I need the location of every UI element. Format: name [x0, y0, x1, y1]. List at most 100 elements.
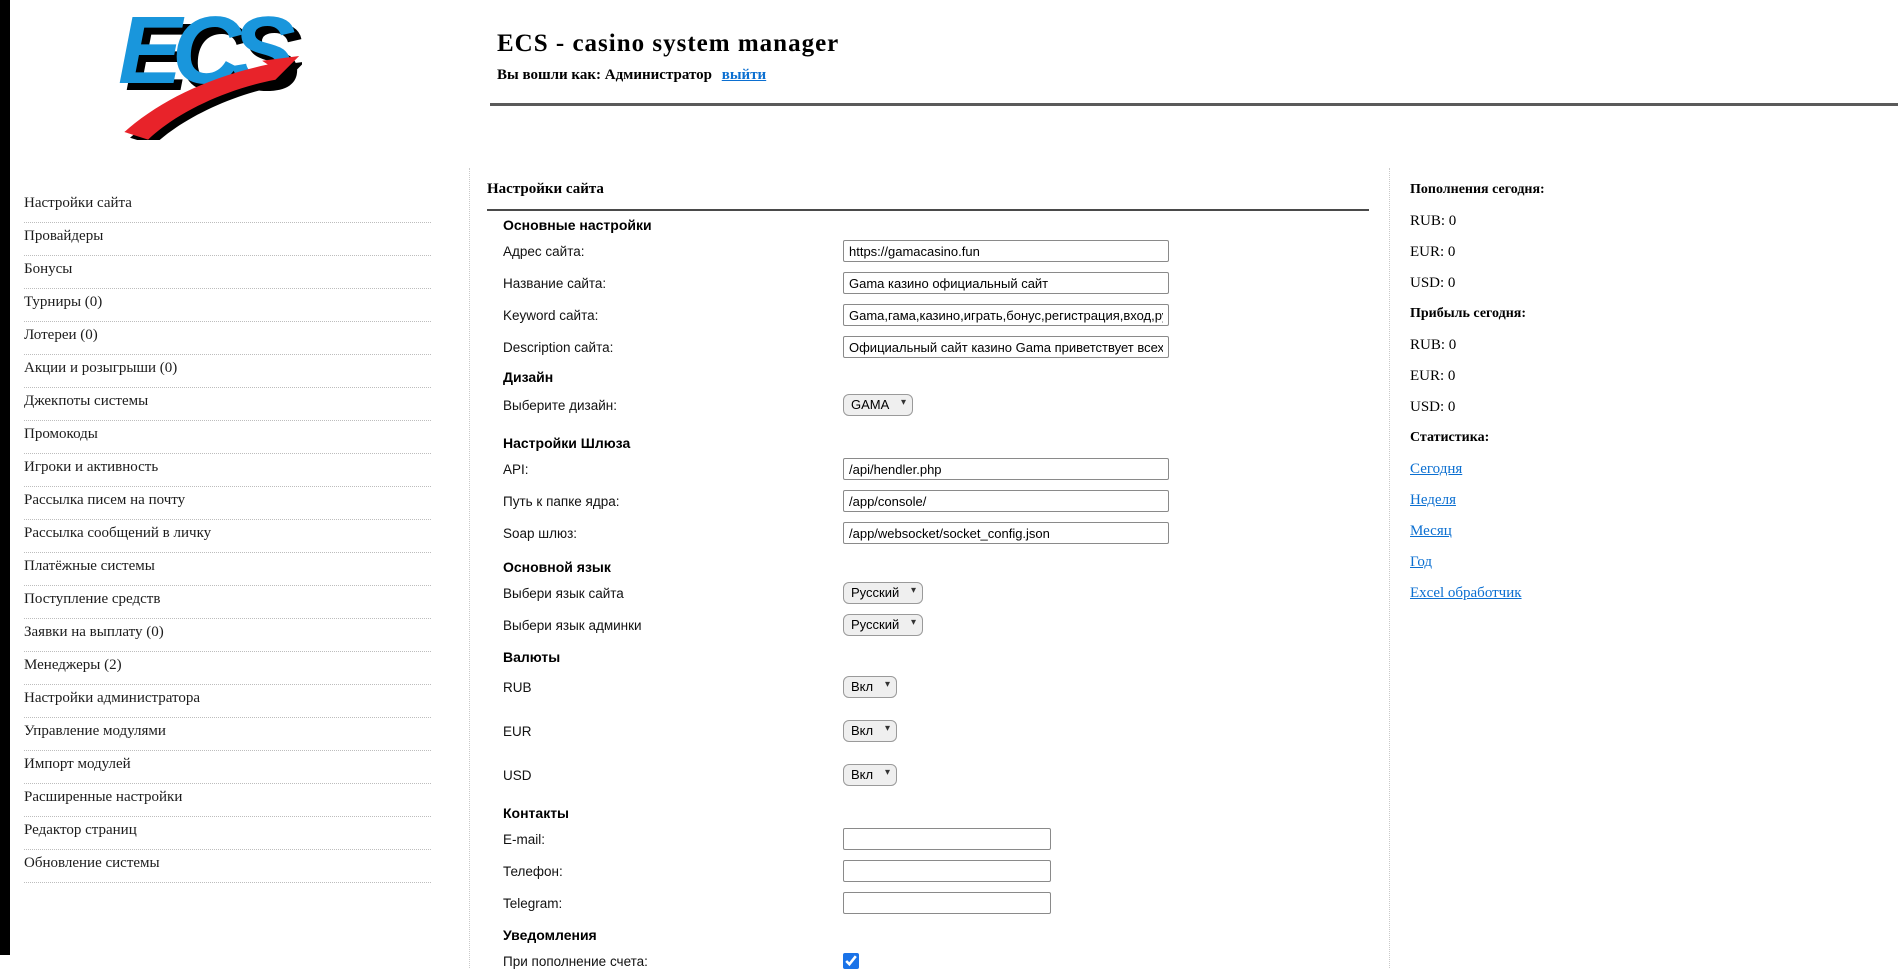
- site-description-label: Description сайта:: [503, 340, 843, 355]
- field-row-site-name: Название сайта:: [487, 267, 1369, 299]
- sidebar-item-email-mailing[interactable]: Рассылка писем на почту: [24, 487, 431, 520]
- stats-link-excel[interactable]: Excel обработчик: [1410, 585, 1522, 601]
- sidebar-item-bonuses[interactable]: Бонусы: [24, 256, 431, 289]
- section-contacts: Контакты: [487, 805, 1369, 823]
- sidebar-item-module-import[interactable]: Импорт модулей: [24, 751, 431, 784]
- email-label: E-mail:: [503, 832, 843, 847]
- stats-link-month[interactable]: Месяц: [1410, 523, 1452, 539]
- rub-select[interactable]: Вкл: [843, 676, 897, 698]
- deposits-eur: EUR: 0: [1410, 244, 1710, 262]
- sidebar-item-site-settings[interactable]: Настройки сайта: [24, 190, 431, 223]
- sidebar-item-payout-requests[interactable]: Заявки на выплату (0): [24, 619, 431, 652]
- email-field[interactable]: [843, 828, 1051, 850]
- rub-label: RUB: [503, 680, 843, 695]
- usd-label: USD: [503, 768, 843, 783]
- sidebar-nav: Настройки сайта Провайдеры Бонусы Турнир…: [24, 190, 431, 883]
- core-path-label: Путь к папке ядра:: [503, 494, 843, 509]
- sidebar-item-pm-mailing[interactable]: Рассылка сообщений в личку: [24, 520, 431, 553]
- section-gateway: Настройки Шлюза: [487, 435, 1369, 453]
- eur-label: EUR: [503, 724, 843, 739]
- api-label: API:: [503, 462, 843, 477]
- sidebar-item-players-activity[interactable]: Игроки и активность: [24, 454, 431, 487]
- profit-rub: RUB: 0: [1410, 337, 1710, 355]
- field-row-design: Выберите дизайн: GAMA ▾: [487, 387, 1369, 423]
- admin-lang-select[interactable]: Русский: [843, 614, 923, 636]
- field-row-soap: Soap шлюз:: [487, 517, 1369, 549]
- field-row-telegram: Telegram:: [487, 887, 1369, 919]
- sidebar-item-module-management[interactable]: Управление модулями: [24, 718, 431, 751]
- telegram-field[interactable]: [843, 892, 1051, 914]
- admin-lang-label: Выбери язык админки: [503, 618, 843, 633]
- field-row-usd: USD Вкл ▾: [487, 755, 1369, 795]
- page-title: Настройки сайта: [487, 181, 1369, 211]
- field-row-api: API:: [487, 453, 1369, 485]
- section-notifications: Уведомления: [487, 927, 1369, 945]
- stats-panel: Пополнения сегодня: RUB: 0 EUR: 0 USD: 0…: [1410, 182, 1710, 616]
- phone-field[interactable]: [843, 860, 1051, 882]
- profit-eur: EUR: 0: [1410, 368, 1710, 386]
- field-row-site-url: Адрес сайта:: [487, 235, 1369, 267]
- eur-select[interactable]: Вкл: [843, 720, 897, 742]
- stats-link-week[interactable]: Неделя: [1410, 492, 1456, 508]
- soap-input[interactable]: [843, 522, 1169, 544]
- api-input[interactable]: [843, 458, 1169, 480]
- sidebar-item-advanced-settings[interactable]: Расширенные настройки: [24, 784, 431, 817]
- site-keywords-input[interactable]: [843, 304, 1169, 326]
- deposit-notify-label: При пополнение счета:: [503, 954, 843, 969]
- left-edge-strip: [0, 0, 10, 955]
- sidebar-item-providers[interactable]: Провайдеры: [24, 223, 431, 256]
- logout-link[interactable]: выйти: [722, 67, 766, 83]
- sidebar-item-page-editor[interactable]: Редактор страниц: [24, 817, 431, 850]
- sidebar-item-incoming-funds[interactable]: Поступление средств: [24, 586, 431, 619]
- field-row-site-description: Description сайта:: [487, 331, 1369, 363]
- design-label: Выберите дизайн:: [503, 398, 843, 413]
- sidebar-item-system-update[interactable]: Обновление системы: [24, 850, 431, 883]
- header-divider: [490, 103, 1898, 106]
- field-row-phone: Телефон:: [487, 855, 1369, 887]
- telegram-label: Telegram:: [503, 896, 843, 911]
- sidebar-item-jackpots[interactable]: Джекпоты системы: [24, 388, 431, 421]
- section-language: Основной язык: [487, 559, 1369, 577]
- field-row-email: E-mail:: [487, 823, 1369, 855]
- field-row-rub: RUB Вкл ▾: [487, 667, 1369, 707]
- site-url-input[interactable]: [843, 240, 1169, 262]
- field-row-site-keywords: Keyword сайта:: [487, 299, 1369, 331]
- field-row-site-lang: Выбери язык сайта Русский ▾: [487, 577, 1369, 609]
- usd-select[interactable]: Вкл: [843, 764, 897, 786]
- site-description-input[interactable]: [843, 336, 1169, 358]
- site-name-input[interactable]: [843, 272, 1169, 294]
- stats-link-year[interactable]: Год: [1410, 554, 1432, 570]
- app-title: ECS - casino system manager: [497, 30, 1597, 58]
- site-settings-panel: Настройки сайта Основные настройки Адрес…: [469, 168, 1390, 968]
- ecs-logo: ECS: [112, 10, 302, 130]
- deposits-today-title: Пополнения сегодня:: [1410, 182, 1710, 200]
- field-row-admin-lang: Выбери язык админки Русский ▾: [487, 609, 1369, 641]
- sidebar-item-payment-systems[interactable]: Платёжные системы: [24, 553, 431, 586]
- site-keywords-label: Keyword сайта:: [503, 308, 843, 323]
- design-select[interactable]: GAMA: [843, 394, 913, 416]
- field-row-deposit-notify: При пополнение счета:: [487, 945, 1369, 977]
- login-status-text: Вы вошли как: Администратор: [497, 67, 712, 83]
- site-name-label: Название сайта:: [503, 276, 843, 291]
- profit-today-title: Прибыль сегодня:: [1410, 306, 1710, 324]
- statistics-title: Статистика:: [1410, 430, 1710, 448]
- sidebar-item-tournaments[interactable]: Турниры (0): [24, 289, 431, 322]
- sidebar-item-managers[interactable]: Менеджеры (2): [24, 652, 431, 685]
- deposits-usd: USD: 0: [1410, 275, 1710, 293]
- sidebar-item-promocodes[interactable]: Промокоды: [24, 421, 431, 454]
- page-header: ECS - casino system manager Вы вошли как…: [497, 30, 1597, 84]
- stats-link-today[interactable]: Сегодня: [1410, 461, 1462, 477]
- field-row-core-path: Путь к папке ядра:: [487, 485, 1369, 517]
- site-lang-label: Выбери язык сайта: [503, 586, 843, 601]
- core-path-input[interactable]: [843, 490, 1169, 512]
- sidebar-item-admin-settings[interactable]: Настройки администратора: [24, 685, 431, 718]
- sidebar-item-promotions[interactable]: Акции и розыгрыши (0): [24, 355, 431, 388]
- sidebar-item-lotteries[interactable]: Лотереи (0): [24, 322, 431, 355]
- section-currencies: Валюты: [487, 649, 1369, 667]
- login-status: Вы вошли как: Администратор выйти: [497, 67, 1597, 84]
- deposit-notify-checkbox[interactable]: [843, 953, 859, 969]
- section-design: Дизайн: [487, 369, 1369, 387]
- site-url-label: Адрес сайта:: [503, 244, 843, 259]
- site-lang-select[interactable]: Русский: [843, 582, 923, 604]
- phone-label: Телефон:: [503, 864, 843, 879]
